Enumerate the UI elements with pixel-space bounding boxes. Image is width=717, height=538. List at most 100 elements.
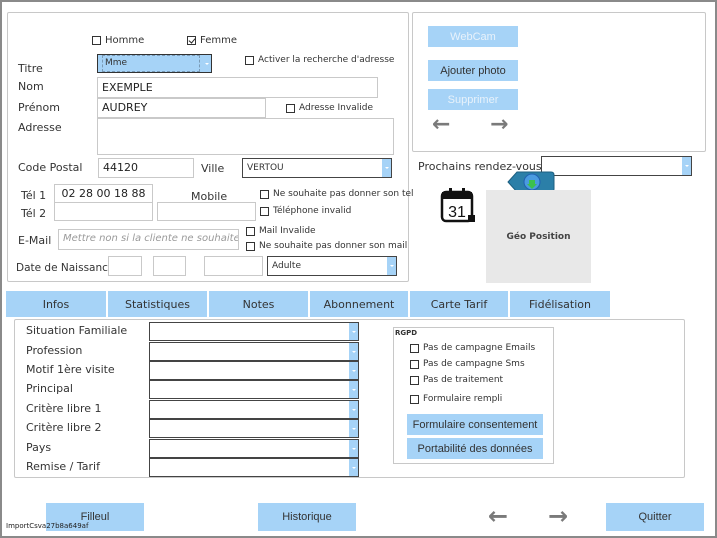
chevron-down-icon bbox=[349, 362, 358, 379]
rgpd-option-checkbox[interactable]: Pas de campagne Sms bbox=[410, 359, 525, 369]
tab-fidelisation[interactable]: Fidélisation bbox=[510, 291, 610, 317]
prenom-input[interactable]: AUDREY bbox=[97, 98, 266, 118]
info-field-label: Remise / Tarif bbox=[26, 460, 100, 473]
info-field-label: Profession bbox=[26, 344, 83, 357]
quitter-button[interactable]: Quitter bbox=[606, 503, 704, 531]
email-label: E-Mail bbox=[18, 234, 52, 247]
photo-prev-arrow-icon[interactable]: ← bbox=[432, 114, 450, 136]
adresse-input[interactable] bbox=[97, 118, 394, 155]
nom-input[interactable]: EXEMPLE bbox=[97, 77, 378, 98]
address-invalid-checkbox[interactable]: Adresse Invalide bbox=[286, 103, 373, 113]
info-field-select[interactable] bbox=[149, 342, 359, 361]
checkbox-box bbox=[410, 359, 419, 369]
mobile-input[interactable] bbox=[157, 202, 256, 221]
code-postal-input[interactable]: 44120 bbox=[98, 158, 194, 178]
checkbox-box bbox=[246, 226, 255, 236]
rgpd-title: RGPD bbox=[395, 329, 418, 337]
consent-form-button[interactable]: Formulaire consentement bbox=[407, 414, 543, 435]
tel2-label: Tél 2 bbox=[21, 207, 47, 220]
checkbox-box-checked bbox=[187, 36, 196, 45]
info-field-select[interactable] bbox=[149, 419, 359, 438]
info-field-select[interactable] bbox=[149, 458, 359, 477]
adresse-label: Adresse bbox=[18, 121, 62, 134]
checkbox-box bbox=[260, 206, 269, 216]
chevron-down-icon bbox=[349, 323, 358, 340]
footer-prev-arrow-icon[interactable]: ← bbox=[488, 504, 508, 528]
chevron-down-icon bbox=[349, 343, 358, 360]
info-field-label: Principal bbox=[26, 382, 73, 395]
gender-male-checkbox[interactable]: Homme bbox=[92, 35, 144, 46]
age-category-select[interactable]: Adulte bbox=[267, 256, 397, 276]
ville-label: Ville bbox=[201, 162, 225, 175]
data-portability-button[interactable]: Portabilité des données bbox=[407, 438, 543, 459]
historique-button[interactable]: Historique bbox=[258, 503, 356, 531]
checkbox-box bbox=[260, 189, 269, 199]
info-field-select[interactable] bbox=[149, 322, 359, 341]
mail-invalid-checkbox[interactable]: Mail Invalide bbox=[246, 226, 316, 236]
info-field-label: Critère libre 1 bbox=[26, 402, 102, 415]
tab-abonnement[interactable]: Abonnement bbox=[310, 291, 410, 317]
chevron-down-icon bbox=[349, 459, 358, 476]
info-field-label: Situation Familiale bbox=[26, 324, 128, 337]
geo-position-label: Géo Position bbox=[506, 231, 571, 242]
info-field-label: Critère libre 2 bbox=[26, 421, 102, 434]
address-search-checkbox[interactable]: Activer la recherche d'adresse bbox=[245, 55, 394, 65]
titre-label: Titre bbox=[18, 62, 43, 75]
tab-carte-tarif[interactable]: Carte Tarif bbox=[410, 291, 510, 317]
titre-select[interactable]: Mme bbox=[97, 54, 212, 73]
rgpd-option-checkbox[interactable]: Formulaire rempli bbox=[410, 394, 502, 404]
gender-female-checkbox[interactable]: Femme bbox=[187, 35, 237, 46]
chevron-down-icon bbox=[349, 440, 358, 457]
svg-text:31: 31 bbox=[448, 204, 466, 221]
checkbox-box bbox=[286, 103, 295, 113]
info-field-select[interactable] bbox=[149, 400, 359, 419]
tab-statistiques[interactable]: Statistiques bbox=[108, 291, 209, 317]
checkbox-box bbox=[246, 241, 255, 251]
tab-notes[interactable]: Notes bbox=[209, 291, 310, 317]
no-phone-checkbox[interactable]: Ne souhaite pas donner son tel bbox=[260, 189, 414, 199]
code-postal-label: Code Postal bbox=[18, 161, 83, 174]
checkbox-box bbox=[410, 394, 419, 404]
chevron-down-icon bbox=[387, 257, 396, 275]
rgpd-option-checkbox[interactable]: Pas de campagne Emails bbox=[410, 343, 535, 353]
dob-day-input[interactable] bbox=[108, 256, 142, 276]
chevron-down-icon bbox=[349, 401, 358, 418]
email-input[interactable]: Mettre non si la cliente ne souhaite pa bbox=[58, 229, 239, 250]
chevron-down-icon bbox=[682, 157, 691, 175]
webcam-button[interactable]: WebCam bbox=[428, 26, 518, 47]
phone-invalid-checkbox[interactable]: Téléphone invalid bbox=[260, 206, 351, 216]
nom-label: Nom bbox=[18, 80, 44, 93]
info-field-label: Motif 1ère visite bbox=[26, 363, 115, 376]
delete-photo-button[interactable]: Supprimer bbox=[428, 89, 518, 110]
info-field-select[interactable] bbox=[149, 439, 359, 458]
prenom-label: Prénom bbox=[18, 101, 60, 114]
photo-next-arrow-icon[interactable]: → bbox=[490, 114, 508, 136]
chevron-down-icon bbox=[202, 55, 211, 72]
checkbox-box bbox=[245, 55, 254, 65]
info-field-label: Pays bbox=[26, 441, 52, 454]
no-mail-checkbox[interactable]: Ne souhaite pas donner son mail bbox=[246, 241, 407, 251]
import-status-text: ImportCsva27b8a649af bbox=[6, 522, 89, 530]
tel1-input[interactable]: 02 28 00 18 88 bbox=[54, 184, 153, 204]
checkbox-box bbox=[410, 375, 419, 385]
tab-infos[interactable]: Infos bbox=[6, 291, 108, 317]
geo-position-box[interactable]: Géo Position bbox=[486, 190, 591, 283]
chevron-down-icon bbox=[382, 159, 391, 177]
dob-label: Date de Naissance bbox=[16, 262, 115, 274]
appointments-select[interactable] bbox=[541, 156, 692, 176]
rgpd-option-checkbox[interactable]: Pas de traitement bbox=[410, 375, 503, 385]
dob-year-input[interactable] bbox=[204, 256, 263, 276]
checkbox-box bbox=[92, 36, 101, 45]
info-field-select[interactable] bbox=[149, 361, 359, 380]
ville-select[interactable]: VERTOU bbox=[242, 158, 392, 178]
chevron-down-icon bbox=[349, 381, 358, 398]
tel2-input[interactable] bbox=[54, 202, 153, 221]
chevron-down-icon bbox=[349, 420, 358, 437]
add-photo-button[interactable]: Ajouter photo bbox=[428, 60, 518, 81]
tel1-label: Tél 1 bbox=[21, 189, 47, 202]
info-field-select[interactable] bbox=[149, 380, 359, 399]
calendar-icon[interactable]: 31 bbox=[440, 187, 476, 223]
footer-next-arrow-icon[interactable]: → bbox=[548, 504, 568, 528]
dob-month-input[interactable] bbox=[153, 256, 186, 276]
checkbox-box bbox=[410, 343, 419, 353]
